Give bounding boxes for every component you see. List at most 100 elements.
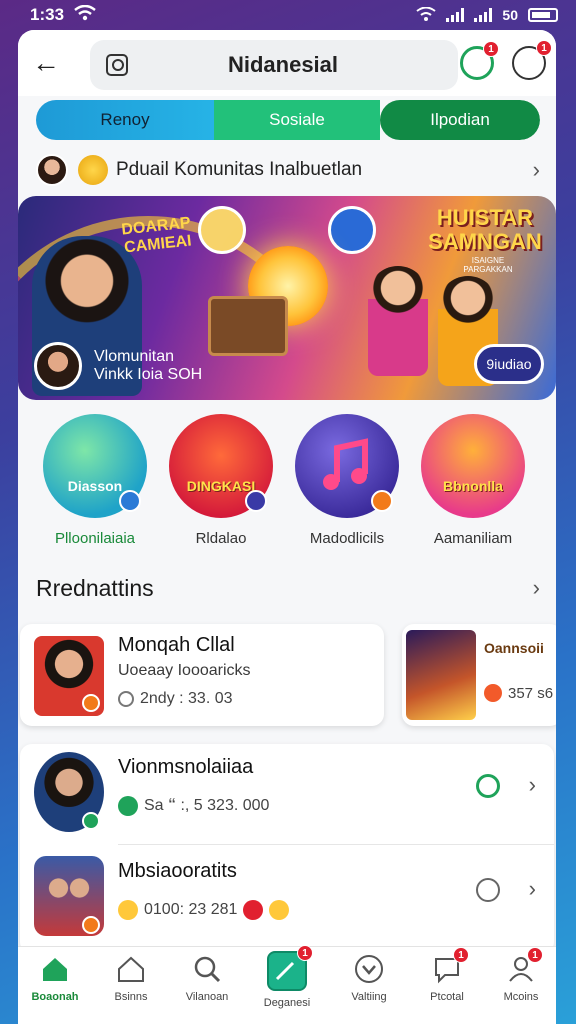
kid-character <box>368 266 428 376</box>
camera-icon[interactable] <box>106 54 128 76</box>
battery-icon <box>528 8 558 22</box>
chat-icon: 1 <box>431 947 469 985</box>
chevron-right-icon[interactable]: › <box>533 575 540 601</box>
smile-emoji-icon <box>269 900 290 920</box>
wifi-icon-right <box>416 6 437 24</box>
list-card: Vionmsnolaiiaa Sa 🙶 :, 5 323. 000 › Mbsi… <box>20 744 554 954</box>
signal-icon <box>446 8 465 22</box>
verified-icon <box>245 490 267 512</box>
nav-home[interactable]: Boaonah <box>22 953 88 1003</box>
category-row: Diasson Plloonilaiaia DINGKASI Rldalao M… <box>18 414 556 554</box>
badge-avatar-icon <box>198 206 246 254</box>
battery-percent: 50 <box>502 7 518 23</box>
category-icon: DINGKASI <box>169 414 273 518</box>
heart-circle-icon <box>353 953 385 985</box>
profile-avatar-button[interactable]: 1 <box>512 40 552 80</box>
red-badge-icon <box>243 900 264 920</box>
chevron-right-icon[interactable]: › <box>529 876 536 902</box>
list-item-meta: 0100: 23 281 <box>118 900 290 920</box>
category-label: Madodlicils <box>309 530 385 547</box>
caption-line-1: Vlomunitan <box>94 348 175 365</box>
category-icon: Bbnonlla <box>421 414 525 518</box>
nav-ptcotal[interactable]: 1 Ptcotal <box>414 947 480 1003</box>
list-item[interactable]: Vionmsnolaiiaa Sa 🙶 :, 5 323. 000 › <box>20 744 554 845</box>
banner-caption: Vlomunitan Vinkk Ioia SOH <box>94 348 202 384</box>
category-label: Plloonilaiaia <box>54 530 136 547</box>
nav-bsinns[interactable]: Bsinns <box>98 953 164 1003</box>
section-header: Rrednattins › <box>36 570 540 606</box>
treasure-box-icon <box>208 296 288 356</box>
card-meta: 2ndy : 33. 03 <box>118 690 233 708</box>
coin-icon <box>78 155 108 185</box>
banner-button[interactable]: 9iudiao <box>474 344 544 384</box>
badge-icon <box>82 694 100 712</box>
card-title: Oannsoii <box>484 640 544 656</box>
nav-label: Bsinns <box>114 991 148 1003</box>
nav-search[interactable]: Vilanoan <box>174 953 240 1003</box>
signal-icon-2 <box>474 8 493 22</box>
card-subtitle: Uoeaay Ioooaricks <box>118 662 251 679</box>
status-bar: 1:33 50 <box>0 0 576 30</box>
nav-label: Mcoins <box>503 991 539 1003</box>
back-arrow-icon[interactable]: ← <box>32 48 64 80</box>
category-icon: Diasson <box>43 414 147 518</box>
search-bar[interactable]: Nidanesial <box>90 40 458 90</box>
avatar <box>34 342 82 390</box>
banner-title: HUISTAR SAMNGAN <box>428 205 542 254</box>
card-meta-text: 2ndy : 33. 03 <box>140 690 233 707</box>
search-icon <box>191 953 223 985</box>
bottom-navigation: Boaonah Bsinns Vilanoan 1 Deganesi Valti… <box>18 945 556 1024</box>
list-item[interactable]: Mbsiaooratits 0100: 23 281 › <box>20 848 554 948</box>
chevron-right-icon[interactable]: › <box>533 157 540 183</box>
create-icon: 1 <box>267 945 313 991</box>
tab-ilpodian[interactable]: Ilpodian <box>380 100 540 140</box>
notification-badge: 1 <box>527 947 543 963</box>
category-item[interactable]: Diasson Plloonilaiaia <box>40 414 150 547</box>
online-badge-icon <box>82 812 100 830</box>
top-bar: ← Nidanesial 1 1 <box>18 30 556 96</box>
smile-emoji-icon <box>118 900 138 920</box>
house-outline-icon <box>115 953 147 985</box>
list-item-meta-text: 0100: 23 281 <box>144 901 238 918</box>
nav-label: Valtiing <box>351 991 387 1003</box>
tab-renoy[interactable]: Renoy <box>36 100 214 140</box>
nav-label: Deganesi <box>263 997 311 1009</box>
section-title: Rrednattins <box>36 574 154 601</box>
app-screen: ← Nidanesial 1 1 Renoy Sosiale Ilpodian … <box>18 30 556 1024</box>
recommendation-card-2[interactable]: Oannsoii 357 s6 <box>402 624 556 726</box>
list-item-title: Vionmsnolaiiaa <box>118 756 254 778</box>
nav-mcoins[interactable]: 1 Mcoins <box>488 947 554 1003</box>
promo-banner[interactable]: DOARAP CAMIEAI HUISTAR SAMNGAN ISAIGNE P… <box>18 196 556 400</box>
music-note-icon <box>295 414 399 518</box>
chevron-right-icon[interactable]: › <box>529 772 536 798</box>
nav-label: Ptcotal <box>430 991 464 1003</box>
nav-valtiing[interactable]: Valtiing <box>336 953 402 1003</box>
nav-label: Boaonah <box>31 991 79 1003</box>
category-item[interactable]: Madodlicils <box>292 414 402 547</box>
badge-icon <box>82 916 100 934</box>
list-item-meta-text: Sa 🙶 :, 5 323. 000 <box>144 797 270 814</box>
list-item-meta: Sa 🙶 :, 5 323. 000 <box>118 796 269 816</box>
community-text: Pduail Komunitas Inalbuetlan <box>116 159 363 180</box>
tab-sosiale[interactable]: Sosiale <box>214 100 380 140</box>
notification-badge: 1 <box>483 41 499 57</box>
chat-icon[interactable] <box>476 774 500 798</box>
verified-icon <box>119 490 141 512</box>
category-item[interactable]: Bbnonlla Aamaniliam <box>418 414 528 547</box>
nav-create[interactable]: 1 Deganesi <box>254 945 320 1009</box>
card-meta: 357 s6 <box>484 684 553 702</box>
profile-badge: 1 <box>536 40 552 56</box>
card-meta-text: 357 s6 <box>508 684 554 702</box>
info-icon[interactable] <box>476 878 500 902</box>
nav-label: Vilanoan <box>185 991 229 1003</box>
divider <box>118 844 554 845</box>
community-row[interactable]: Pduail Komunitas Inalbuetlan › <box>36 148 540 192</box>
notification-badge: 1 <box>453 947 469 963</box>
category-label: Aamaniliam <box>433 530 513 547</box>
recommendation-card[interactable]: Monqah Cllal Uoeaay Ioooaricks 2ndy : 33… <box>20 624 384 726</box>
chat-button[interactable]: 1 <box>460 41 499 80</box>
badge-avatar-icon-2 <box>328 206 376 254</box>
caption-line-2: Vinkk Ioia SOH <box>94 366 203 383</box>
category-item[interactable]: DINGKASI Rldalao <box>166 414 276 547</box>
category-label: Rldalao <box>195 530 247 547</box>
